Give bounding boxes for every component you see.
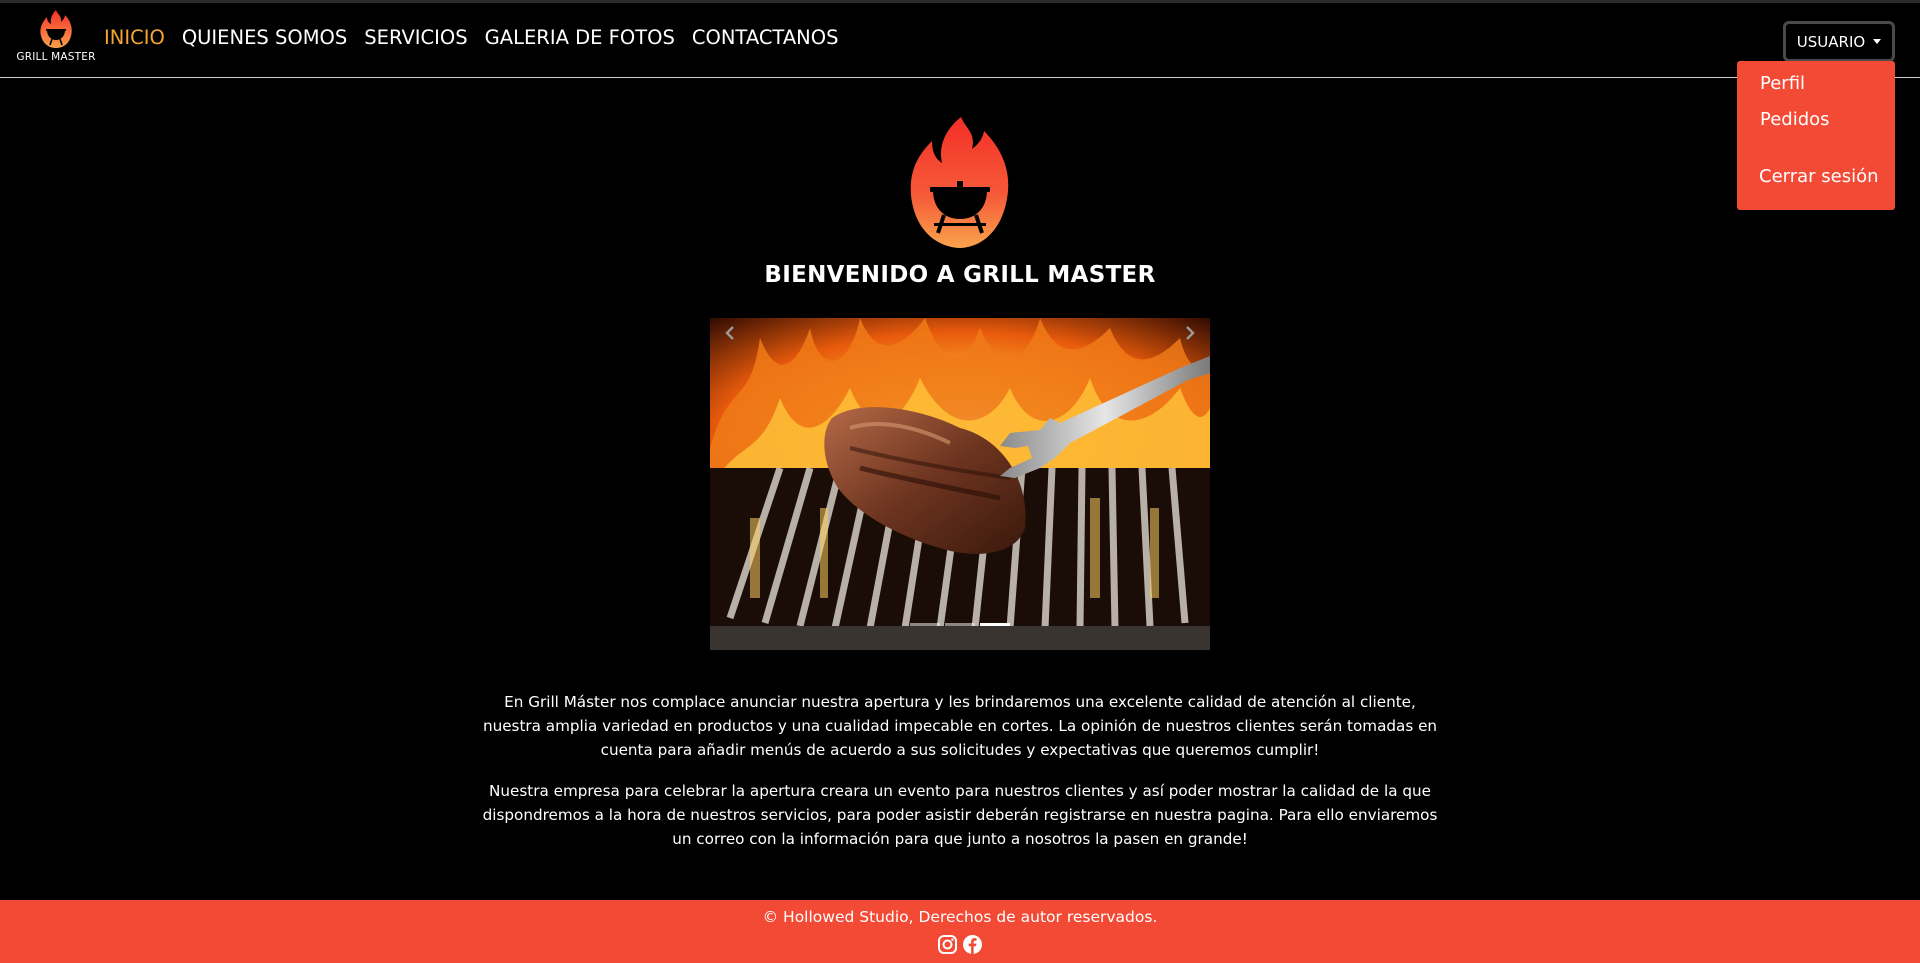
copyright-text: © Hollowed Studio, Derechos de autor res…	[762, 908, 1158, 926]
chevron-left-icon	[725, 326, 734, 340]
nav-item-contactanos[interactable]: CONTACTANOS	[692, 25, 839, 51]
user-dropdown-button[interactable]: USUARIO	[1783, 21, 1895, 62]
about-paragraph-2: Nuestra empresa para celebrar la apertur…	[482, 781, 1438, 849]
instagram-icon[interactable]	[937, 934, 958, 955]
hero-grill-logo	[906, 115, 1014, 251]
brand-logo[interactable]: GRILL MASTER	[14, 9, 98, 71]
carousel-indicator-2[interactable]	[945, 623, 975, 626]
carousel-indicator-3[interactable]	[980, 623, 1010, 626]
image-carousel[interactable]	[710, 318, 1210, 650]
chevron-right-icon	[1186, 326, 1195, 340]
dropdown-item-pedidos[interactable]: Pedidos	[1760, 109, 1830, 130]
user-dropdown-label: USUARIO	[1796, 32, 1866, 51]
social-links	[0, 934, 1920, 955]
grill-flame-icon	[910, 117, 1009, 248]
carousel-bottom-strip	[710, 626, 1210, 650]
page-title: BIENVENIDO A GRILL MASTER	[764, 262, 1156, 288]
user-dropdown-menu: Perfil Pedidos Cerrar sesión	[1737, 61, 1895, 210]
nav-item-inicio[interactable]: INICIO	[104, 25, 165, 51]
brand-name: GRILL MASTER	[16, 51, 96, 63]
grill-flame-icon	[40, 10, 72, 48]
grilled-steak-image	[710, 318, 1210, 650]
nav-item-servicios[interactable]: SERVICIOS	[364, 25, 467, 51]
nav-item-galeria-de-fotos[interactable]: GALERIA DE FOTOS	[485, 25, 675, 51]
facebook-icon[interactable]	[962, 934, 983, 955]
about-section: En Grill Máster nos complace anunciar nu…	[480, 690, 1440, 867]
footer: © Hollowed Studio, Derechos de autor res…	[0, 900, 1920, 963]
navbar: GRILL MASTER INICIO QUIENES SOMOS SERVIC…	[0, 3, 1920, 78]
carousel-prev-button[interactable]	[710, 318, 750, 348]
dropdown-item-perfil[interactable]: Perfil	[1760, 73, 1805, 94]
caret-down-icon	[1873, 39, 1882, 44]
carousel-next-button[interactable]	[1170, 318, 1210, 348]
carousel-indicators	[710, 623, 1210, 626]
main-nav: INICIO QUIENES SOMOS SERVICIOS GALERIA D…	[104, 25, 839, 51]
carousel-indicator-1[interactable]	[910, 623, 940, 626]
dropdown-item-cerrar-sesion[interactable]: Cerrar sesión	[1759, 166, 1879, 187]
about-paragraph-1: En Grill Máster nos complace anunciar nu…	[482, 693, 1438, 760]
nav-item-quienes-somos[interactable]: QUIENES SOMOS	[182, 25, 347, 51]
